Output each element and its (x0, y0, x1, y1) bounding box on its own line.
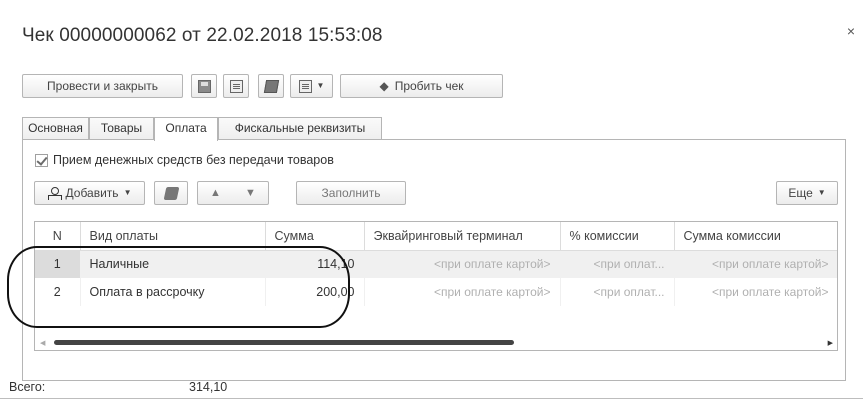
punch-receipt-label: Пробить чек (394, 79, 464, 93)
print-menu-button[interactable]: ▼ (290, 74, 333, 98)
terminal-cell[interactable]: <при оплате картой> (364, 250, 561, 278)
column-header-commission-sum[interactable]: Сумма комиссии (674, 222, 837, 251)
receipt-window: Чек 00000000062 от 22.02.2018 15:53:08 ×… (0, 0, 863, 408)
scroll-right-icon[interactable]: ▶ (828, 339, 833, 347)
close-icon[interactable]: × (844, 24, 858, 38)
column-header-terminal[interactable]: Эквайринговый терминал (364, 222, 561, 251)
scroll-thumb[interactable] (54, 340, 514, 345)
add-person-icon (47, 186, 62, 200)
commission-pct-cell[interactable]: <при оплат... (560, 250, 675, 278)
window-title: Чек 00000000062 от 22.02.2018 15:53:08 (22, 25, 383, 46)
edit-button[interactable] (258, 74, 284, 98)
chevron-down-icon: ▼ (817, 188, 826, 197)
tab-fiscal-details[interactable]: Фискальные реквизиты (218, 117, 382, 140)
more-label: Еще (788, 186, 813, 200)
commission-pct-cell[interactable]: <при оплат... (560, 278, 675, 306)
table-row[interactable]: 1 Наличные 114,10 <при оплате картой> <п… (35, 250, 837, 278)
arrow-down-icon[interactable]: ▼ (245, 182, 256, 204)
save-button[interactable] (191, 74, 217, 98)
copy-row-button[interactable] (154, 181, 188, 205)
commission-sum-cell[interactable]: <при оплате картой> (674, 250, 837, 278)
tab-payment[interactable]: Оплата (154, 117, 218, 141)
arrow-up-icon[interactable]: ▲ (210, 182, 221, 204)
add-payment-label: Добавить (65, 186, 119, 200)
copy-icon (163, 186, 179, 200)
cash-without-goods-label: Прием денежных средств без передачи това… (53, 153, 334, 167)
total-value: 314,10 (189, 380, 228, 394)
sum-cell[interactable]: 114,10 (265, 250, 365, 278)
edit-pencil-icon (263, 79, 279, 93)
sum-cell[interactable]: 200,00 (265, 278, 365, 306)
cash-register-icon: ◆ (379, 79, 389, 93)
fill-button[interactable]: Заполнить (296, 181, 406, 205)
post-and-close-button[interactable]: Провести и закрыть (22, 74, 183, 98)
table-header-row: N Вид оплаты Сумма Эквайринговый термина… (35, 222, 837, 251)
tab-goods[interactable]: Товары (89, 117, 154, 140)
payment-panel: Прием денежных средств без передачи това… (22, 139, 846, 381)
add-payment-button[interactable]: Добавить ▼ (34, 181, 145, 205)
payment-type-cell[interactable]: Оплата в рассрочку (80, 278, 266, 306)
save-disk-icon (197, 79, 211, 93)
chevron-down-icon: ▼ (123, 188, 132, 197)
tab-main[interactable]: Основная (22, 117, 89, 140)
cash-without-goods-row: Прием денежных средств без передачи това… (35, 153, 334, 167)
terminal-cell[interactable]: <при оплате картой> (364, 278, 561, 306)
scroll-left-icon[interactable]: ◀ (40, 339, 45, 347)
cash-without-goods-checkbox[interactable] (35, 153, 48, 167)
column-header-n[interactable]: N (35, 222, 81, 251)
horizontal-scrollbar[interactable]: ◀ ▶ (36, 336, 837, 349)
more-button[interactable]: Еще ▼ (776, 181, 838, 205)
payment-table: N Вид оплаты Сумма Эквайринговый термина… (34, 221, 838, 351)
payment-type-cell[interactable]: Наличные (80, 250, 266, 278)
row-number[interactable]: 1 (35, 250, 81, 278)
chevron-down-icon: ▼ (316, 81, 325, 90)
column-header-payment-type[interactable]: Вид оплаты (80, 222, 266, 251)
column-header-sum[interactable]: Сумма (265, 222, 365, 251)
post-document-icon (229, 79, 243, 93)
row-number[interactable]: 2 (35, 278, 81, 306)
post-button[interactable] (223, 74, 249, 98)
column-header-commission-pct[interactable]: % комиссии (560, 222, 675, 251)
print-list-icon (298, 79, 312, 93)
punch-receipt-button[interactable]: ◆ Пробить чек (340, 74, 503, 98)
commission-sum-cell[interactable]: <при оплате картой> (674, 278, 837, 306)
move-rows-buttons[interactable]: ▲ ▼ (197, 181, 269, 205)
table-row[interactable]: 2 Оплата в рассрочку 200,00 <при оплате … (35, 278, 837, 306)
window-bottom-border (0, 398, 863, 399)
total-label: Всего: (9, 380, 46, 394)
